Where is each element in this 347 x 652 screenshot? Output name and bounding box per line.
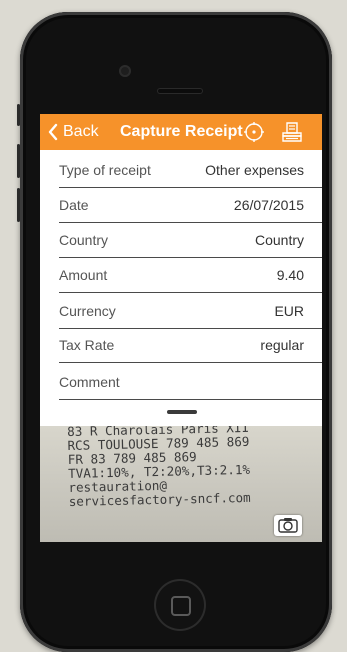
app-screen: Back Capture Receipt Type of receipt Oth… xyxy=(40,114,322,542)
field-label: Comment xyxy=(59,374,120,390)
field-value: Other expenses xyxy=(205,162,304,178)
field-label: Date xyxy=(59,197,89,213)
field-value: 9.40 xyxy=(276,267,304,283)
field-amount[interactable]: Amount 9.40 xyxy=(40,258,322,293)
crosshair-icon[interactable] xyxy=(242,120,266,144)
page-title: Capture Receipt xyxy=(120,123,243,140)
navigation-bar: Back Capture Receipt xyxy=(40,114,322,150)
receipt-text: 83 R Charolais Paris XII RCS TOULOUSE 789… xyxy=(67,426,251,509)
field-value: regular xyxy=(260,337,304,353)
volume-down-button xyxy=(17,188,20,222)
camera-icon xyxy=(278,518,298,533)
home-button-icon xyxy=(171,596,191,616)
front-camera xyxy=(119,65,131,77)
field-value: EUR xyxy=(274,303,304,319)
field-tax-rate[interactable]: Tax Rate regular xyxy=(40,328,322,363)
field-label: Currency xyxy=(59,303,116,319)
back-label: Back xyxy=(63,123,99,140)
earpiece-speaker xyxy=(157,88,203,94)
receipt-stack-icon[interactable] xyxy=(280,120,304,144)
field-currency[interactable]: Currency EUR xyxy=(40,294,322,329)
field-label: Amount xyxy=(59,267,108,283)
field-date[interactable]: Date 26/07/2015 xyxy=(40,188,322,223)
divider xyxy=(59,362,322,363)
home-button[interactable] xyxy=(154,579,206,631)
field-value: Country xyxy=(254,232,304,248)
receipt-photo: 83 R Charolais Paris XII RCS TOULOUSE 789… xyxy=(40,426,322,542)
field-label: Tax Rate xyxy=(59,337,115,353)
ringer-switch xyxy=(17,104,20,126)
field-comment[interactable]: Comment xyxy=(40,365,322,400)
field-country[interactable]: Country Country xyxy=(40,223,322,258)
receipt-line: servicesfactory-sncf.com xyxy=(68,489,251,509)
divider xyxy=(59,399,322,400)
drag-handle[interactable] xyxy=(167,410,197,414)
volume-up-button xyxy=(17,144,20,178)
field-label: Type of receipt xyxy=(59,162,151,178)
chevron-left-icon xyxy=(48,123,58,141)
capture-photo-button[interactable] xyxy=(274,515,302,536)
field-label: Country xyxy=(59,232,109,248)
divider xyxy=(59,292,322,293)
field-type-of-receipt[interactable]: Type of receipt Other expenses xyxy=(40,153,322,188)
back-button[interactable]: Back xyxy=(48,122,99,142)
field-value: 26/07/2015 xyxy=(233,197,304,213)
